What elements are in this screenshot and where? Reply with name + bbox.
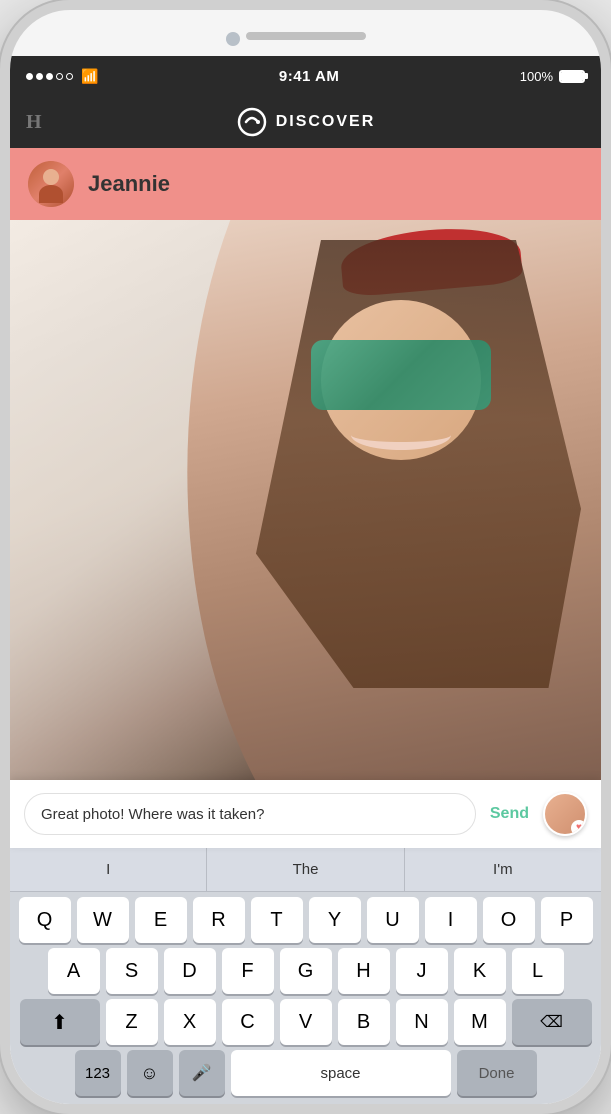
key-row-bottom: 123 ☺ 🎤 space Done (10, 1045, 601, 1104)
signal-dot-4 (56, 73, 63, 80)
key-u[interactable]: U (367, 897, 419, 943)
key-d[interactable]: D (164, 948, 216, 994)
status-right: 100% (520, 69, 585, 84)
phone-camera (226, 32, 240, 46)
key-x[interactable]: X (164, 999, 216, 1045)
nav-left: H (26, 112, 42, 132)
profile-header[interactable]: Jeannie (10, 148, 601, 220)
key-p[interactable]: P (541, 897, 593, 943)
key-v[interactable]: V (280, 999, 332, 1045)
key-row-3: ⬆ Z X C V B N M ⌫ (10, 994, 601, 1045)
key-space[interactable]: space (231, 1050, 451, 1096)
signal-dot-2 (36, 73, 43, 80)
keyboard: I The I'm Q W E R T Y U I O P A S D (10, 848, 601, 1104)
key-numbers[interactable]: 123 (75, 1050, 121, 1096)
phone-speaker (246, 32, 366, 40)
sender-avatar[interactable] (543, 792, 587, 836)
key-g[interactable]: G (280, 948, 332, 994)
key-w[interactable]: W (77, 897, 129, 943)
phone-frame: 📶 9:41 AM 100% H DISCOVER (0, 0, 611, 1114)
key-s[interactable]: S (106, 948, 158, 994)
key-o[interactable]: O (483, 897, 535, 943)
key-row-1: Q W E R T Y U I O P (10, 892, 601, 943)
key-delete[interactable]: ⌫ (512, 999, 592, 1045)
nav-bar: H DISCOVER (10, 96, 601, 148)
key-mic[interactable]: 🎤 (179, 1050, 225, 1096)
key-q[interactable]: Q (19, 897, 71, 943)
key-n[interactable]: N (396, 999, 448, 1045)
photo-smile (351, 420, 451, 450)
signal-dot-3 (46, 73, 53, 80)
key-shift[interactable]: ⬆ (20, 999, 100, 1045)
key-done[interactable]: Done (457, 1050, 537, 1096)
key-i[interactable]: I (425, 897, 477, 943)
discover-label: DISCOVER (276, 113, 376, 131)
photo-background (10, 220, 601, 780)
key-m[interactable]: M (454, 999, 506, 1045)
key-b[interactable]: B (338, 999, 390, 1045)
h-icon[interactable]: H (26, 112, 42, 132)
key-a[interactable]: A (48, 948, 100, 994)
screen: 📶 9:41 AM 100% H DISCOVER (10, 56, 601, 1104)
profile-avatar-img (28, 161, 74, 207)
key-emoji[interactable]: ☺ (127, 1050, 173, 1096)
send-button[interactable]: Send (486, 805, 533, 823)
signal-dots (26, 73, 73, 80)
app-logo-icon (236, 106, 268, 138)
suggestion-im[interactable]: I'm (405, 848, 601, 891)
key-h[interactable]: H (338, 948, 390, 994)
suggestion-the[interactable]: The (207, 848, 404, 891)
status-bar: 📶 9:41 AM 100% (10, 56, 601, 96)
profile-name: Jeannie (88, 171, 170, 197)
signal-dot-5 (66, 73, 73, 80)
key-r[interactable]: R (193, 897, 245, 943)
key-y[interactable]: Y (309, 897, 361, 943)
key-f[interactable]: F (222, 948, 274, 994)
key-k[interactable]: K (454, 948, 506, 994)
message-area: Send (10, 780, 601, 848)
word-suggestions: I The I'm (10, 848, 601, 892)
key-c[interactable]: C (222, 999, 274, 1045)
battery-fill (561, 72, 583, 81)
nav-center: DISCOVER (236, 106, 376, 138)
key-j[interactable]: J (396, 948, 448, 994)
photo-glasses (311, 340, 491, 410)
profile-avatar (28, 161, 74, 207)
photo-area (10, 220, 601, 780)
key-t[interactable]: T (251, 897, 303, 943)
wifi-icon: 📶 (81, 68, 98, 85)
status-time: 9:41 AM (279, 68, 339, 85)
suggestion-i[interactable]: I (10, 848, 207, 891)
battery-icon (559, 70, 585, 83)
key-row-2: A S D F G H J K L (10, 943, 601, 994)
key-e[interactable]: E (135, 897, 187, 943)
status-signal: 📶 (26, 68, 98, 85)
signal-dot-1 (26, 73, 33, 80)
key-z[interactable]: Z (106, 999, 158, 1045)
key-l[interactable]: L (512, 948, 564, 994)
message-input[interactable] (24, 793, 476, 835)
battery-percent: 100% (520, 69, 553, 84)
